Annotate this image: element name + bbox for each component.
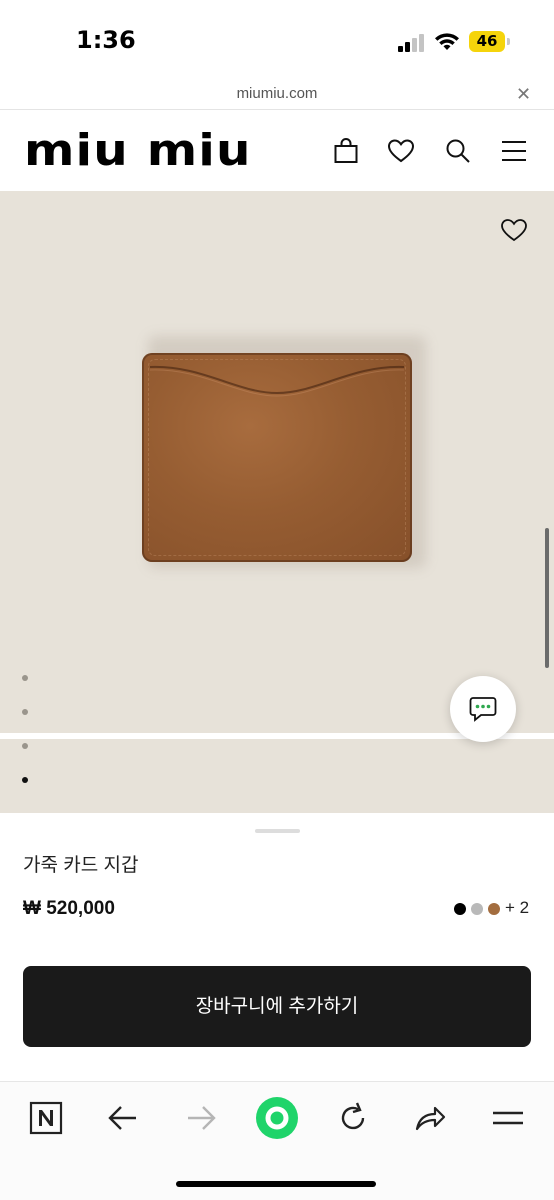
swatch-black[interactable]	[454, 903, 466, 915]
naver-n-icon[interactable]	[29, 1101, 63, 1135]
battery-level: 46	[476, 32, 498, 50]
chat-button[interactable]	[450, 676, 516, 742]
wifi-icon	[435, 33, 459, 50]
share-icon[interactable]	[413, 1101, 447, 1135]
brand-logo[interactable]: miu miu	[24, 128, 252, 174]
swatch-grey[interactable]	[471, 903, 483, 915]
gallery-dot-2[interactable]	[22, 709, 28, 715]
gallery-dot-4-active[interactable]	[22, 777, 28, 783]
green-home-icon[interactable]	[256, 1097, 298, 1139]
battery-indicator: 46	[469, 31, 505, 52]
product-image-gallery[interactable]	[0, 191, 554, 813]
chat-bubble-icon	[469, 697, 497, 722]
toolbar-menu-icon[interactable]	[491, 1101, 525, 1135]
sheet-handle[interactable]	[255, 829, 300, 833]
url-bar[interactable]: miumiu.com ✕	[0, 80, 554, 110]
gallery-dot-1[interactable]	[22, 675, 28, 681]
heart-icon[interactable]	[387, 137, 415, 165]
site-header: miu miu	[0, 111, 554, 191]
shopping-bag-icon[interactable]	[332, 137, 360, 165]
status-bar: 1:36 46	[0, 0, 554, 80]
status-time: 1:36	[76, 26, 136, 54]
wallet-card-slot	[149, 365, 405, 397]
gallery-dot-3[interactable]	[22, 743, 28, 749]
swatch-brown[interactable]	[488, 903, 500, 915]
product-name: 가죽 카드 지갑	[23, 855, 139, 876]
forward-arrow-icon[interactable]	[184, 1101, 218, 1135]
url-text[interactable]: miumiu.com	[0, 85, 554, 102]
menu-icon[interactable]	[500, 137, 528, 165]
home-indicator[interactable]	[176, 1181, 376, 1187]
reload-icon[interactable]	[336, 1101, 370, 1135]
search-icon[interactable]	[444, 137, 472, 165]
signal-icon	[398, 34, 424, 52]
back-arrow-icon[interactable]	[106, 1101, 140, 1135]
product-image-wallet[interactable]	[142, 353, 412, 562]
add-to-cart-button[interactable]: 장바구니에 추가하기	[23, 966, 531, 1047]
wishlist-heart-icon[interactable]	[500, 217, 528, 243]
scrollbar[interactable]	[545, 528, 549, 668]
more-colors-count[interactable]: + 2	[505, 898, 529, 918]
battery-tip	[507, 38, 510, 45]
close-icon[interactable]: ✕	[516, 84, 531, 105]
product-price: ₩ 520,000	[23, 898, 115, 919]
